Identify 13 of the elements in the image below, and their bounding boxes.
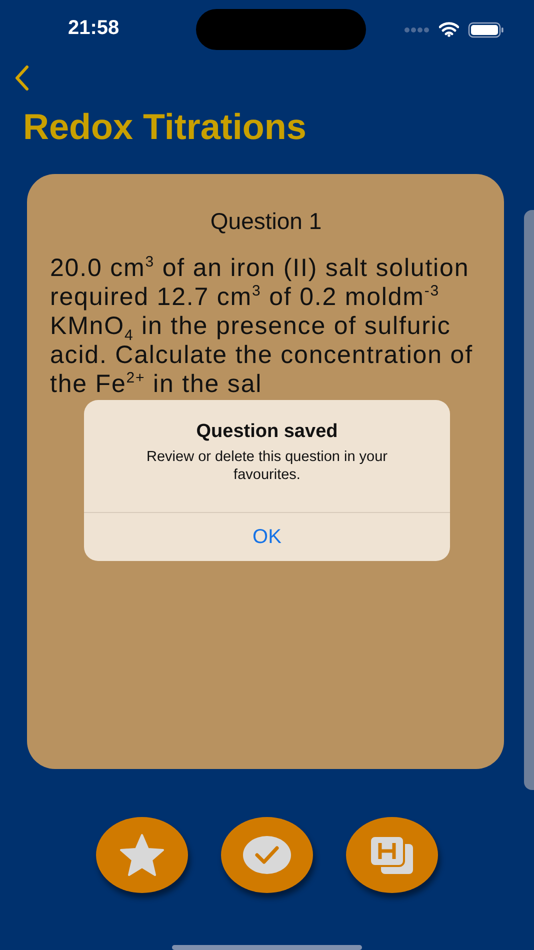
checkmark-icon [242,835,292,876]
ok-button[interactable]: OK [84,513,450,562]
status-time: 21:58 [68,17,120,40]
wifi-icon [439,22,459,38]
battery-icon [468,22,504,38]
question-text: 20.0 cm$^{3}$ of an iron (II) salt solution required 12.7 cm$^{3}$ of 0.2 moldm$^{-3}$ KMnO$_{4}$ in the presence of sulfuric acid. Calculate the concentration of the Fe$^{2+}$ in the sal [50,254,474,400]
signal-icon [404,26,430,33]
alert-message: Review or delete this question in your favourites. [146,448,388,486]
question-heading: Question 1 [209,207,323,236]
alert-title: Question saved [195,420,339,444]
hint-cards-icon [369,835,415,876]
page-title: Redox Titrations [23,105,308,150]
star-icon [118,833,166,878]
